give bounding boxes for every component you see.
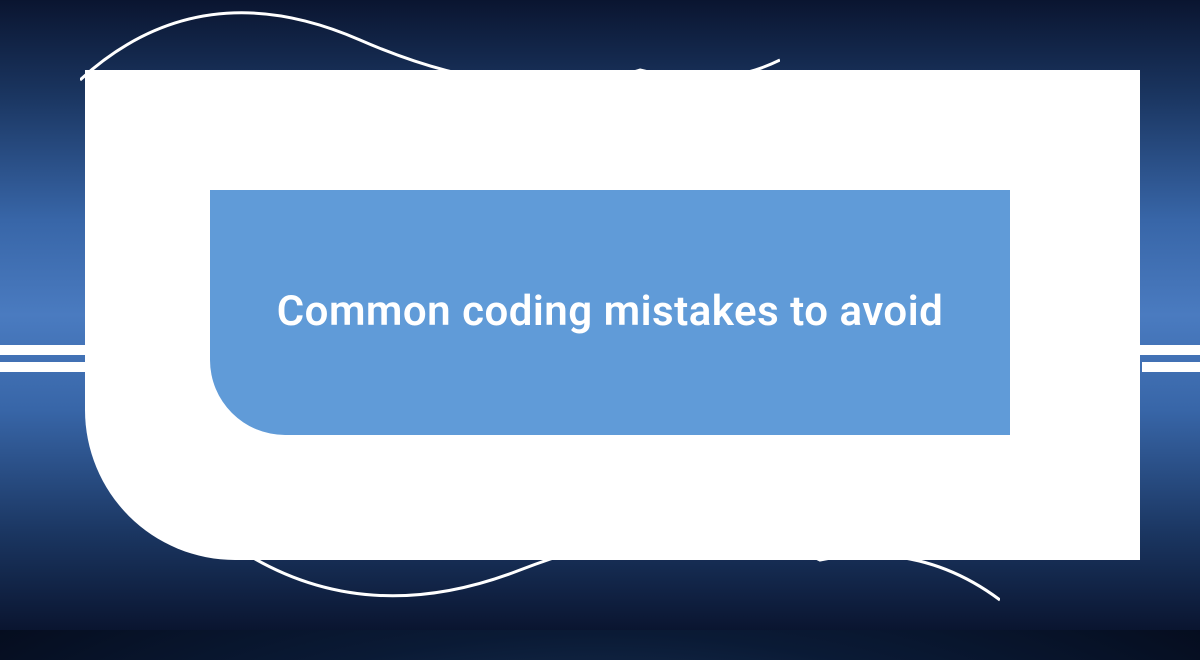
- decorative-line: [1142, 362, 1200, 372]
- title-container: Common coding mistakes to avoid: [210, 190, 1010, 435]
- decorative-line: [0, 345, 90, 355]
- decorative-line: [1140, 345, 1200, 355]
- decorative-line: [0, 362, 88, 372]
- main-title: Common coding mistakes to avoid: [277, 285, 944, 340]
